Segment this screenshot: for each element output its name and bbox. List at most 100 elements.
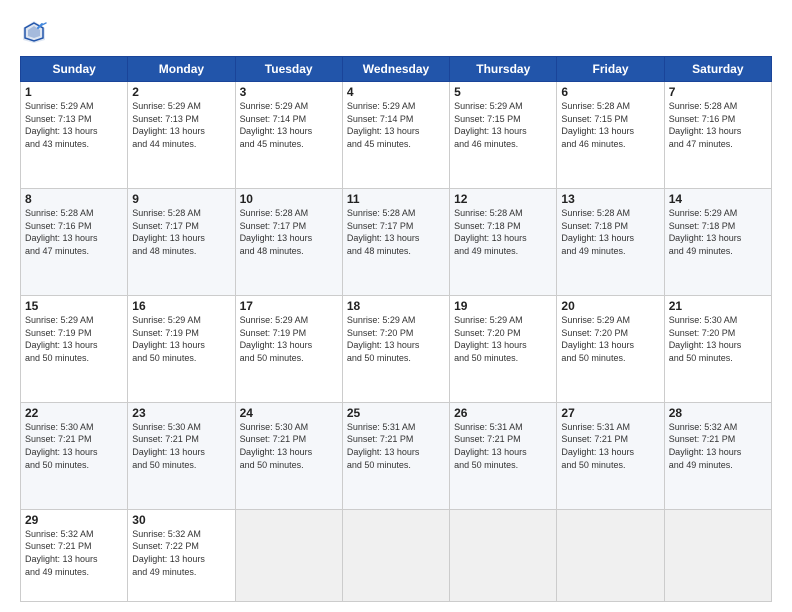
table-row: 21Sunrise: 5:30 AMSunset: 7:20 PMDayligh… [664,295,771,402]
cell-detail: Daylight: 13 hours [25,232,123,245]
cell-detail: and 46 minutes. [454,138,552,151]
cell-detail: and 49 minutes. [669,459,767,472]
cell-detail: Daylight: 13 hours [669,232,767,245]
day-number: 30 [132,513,230,527]
cell-detail: Sunset: 7:17 PM [240,220,338,233]
day-number: 25 [347,406,445,420]
cell-detail: Daylight: 13 hours [561,125,659,138]
cell-detail: Sunrise: 5:29 AM [132,100,230,113]
day-number: 9 [132,192,230,206]
calendar-row-5: 29Sunrise: 5:32 AMSunset: 7:21 PMDayligh… [21,509,772,601]
cell-detail: Daylight: 13 hours [240,446,338,459]
cell-detail: Sunrise: 5:29 AM [347,100,445,113]
cell-detail: and 50 minutes. [561,352,659,365]
cell-detail: Daylight: 13 hours [132,232,230,245]
cell-detail: Sunrise: 5:29 AM [25,100,123,113]
day-number: 10 [240,192,338,206]
calendar-row-4: 22Sunrise: 5:30 AMSunset: 7:21 PMDayligh… [21,402,772,509]
cell-detail: Sunset: 7:13 PM [25,113,123,126]
cell-detail: Sunrise: 5:28 AM [454,207,552,220]
cell-detail: Sunset: 7:16 PM [669,113,767,126]
table-row: 1Sunrise: 5:29 AMSunset: 7:13 PMDaylight… [21,82,128,189]
cell-detail: and 50 minutes. [132,352,230,365]
day-number: 17 [240,299,338,313]
cell-detail: Sunrise: 5:31 AM [561,421,659,434]
cell-detail: and 50 minutes. [347,352,445,365]
cell-detail: and 50 minutes. [454,352,552,365]
cell-detail: Daylight: 13 hours [454,339,552,352]
cell-detail: Sunset: 7:19 PM [240,327,338,340]
day-number: 23 [132,406,230,420]
day-number: 20 [561,299,659,313]
table-row: 13Sunrise: 5:28 AMSunset: 7:18 PMDayligh… [557,188,664,295]
day-number: 24 [240,406,338,420]
cell-detail: Sunrise: 5:28 AM [132,207,230,220]
header [20,18,772,46]
col-header-sunday: Sunday [21,57,128,82]
cell-detail: Sunset: 7:20 PM [454,327,552,340]
cell-detail: Sunrise: 5:29 AM [561,314,659,327]
col-header-saturday: Saturday [664,57,771,82]
table-row: 22Sunrise: 5:30 AMSunset: 7:21 PMDayligh… [21,402,128,509]
table-row: 20Sunrise: 5:29 AMSunset: 7:20 PMDayligh… [557,295,664,402]
cell-detail: Daylight: 13 hours [669,446,767,459]
table-row [235,509,342,601]
table-row [557,509,664,601]
table-row: 9Sunrise: 5:28 AMSunset: 7:17 PMDaylight… [128,188,235,295]
col-header-tuesday: Tuesday [235,57,342,82]
cell-detail: and 49 minutes. [25,566,123,579]
cell-detail: Sunset: 7:21 PM [240,433,338,446]
table-row [450,509,557,601]
cell-detail: Sunrise: 5:31 AM [347,421,445,434]
cell-detail: Daylight: 13 hours [454,232,552,245]
table-row: 29Sunrise: 5:32 AMSunset: 7:21 PMDayligh… [21,509,128,601]
table-row: 14Sunrise: 5:29 AMSunset: 7:18 PMDayligh… [664,188,771,295]
col-header-wednesday: Wednesday [342,57,449,82]
table-row: 17Sunrise: 5:29 AMSunset: 7:19 PMDayligh… [235,295,342,402]
calendar-row-1: 1Sunrise: 5:29 AMSunset: 7:13 PMDaylight… [21,82,772,189]
cell-detail: Sunrise: 5:30 AM [25,421,123,434]
cell-detail: and 50 minutes. [561,459,659,472]
day-number: 7 [669,85,767,99]
cell-detail: Daylight: 13 hours [669,339,767,352]
cell-detail: Daylight: 13 hours [454,125,552,138]
header-row: SundayMondayTuesdayWednesdayThursdayFrid… [21,57,772,82]
cell-detail: Sunrise: 5:29 AM [669,207,767,220]
cell-detail: Sunset: 7:21 PM [132,433,230,446]
page: SundayMondayTuesdayWednesdayThursdayFrid… [0,0,792,612]
cell-detail: and 50 minutes. [669,352,767,365]
cell-detail: Sunrise: 5:30 AM [132,421,230,434]
cell-detail: Sunset: 7:19 PM [25,327,123,340]
cell-detail: Sunset: 7:20 PM [347,327,445,340]
day-number: 14 [669,192,767,206]
table-row: 2Sunrise: 5:29 AMSunset: 7:13 PMDaylight… [128,82,235,189]
cell-detail: Sunrise: 5:28 AM [25,207,123,220]
cell-detail: and 50 minutes. [132,459,230,472]
cell-detail: Daylight: 13 hours [561,232,659,245]
calendar-row-3: 15Sunrise: 5:29 AMSunset: 7:19 PMDayligh… [21,295,772,402]
table-row: 12Sunrise: 5:28 AMSunset: 7:18 PMDayligh… [450,188,557,295]
cell-detail: Daylight: 13 hours [132,446,230,459]
cell-detail: and 46 minutes. [561,138,659,151]
cell-detail: and 48 minutes. [347,245,445,258]
cell-detail: Sunrise: 5:29 AM [240,100,338,113]
cell-detail: and 47 minutes. [669,138,767,151]
cell-detail: Daylight: 13 hours [25,125,123,138]
day-number: 2 [132,85,230,99]
cell-detail: and 44 minutes. [132,138,230,151]
cell-detail: Sunset: 7:21 PM [561,433,659,446]
cell-detail: Sunset: 7:18 PM [454,220,552,233]
table-row: 30Sunrise: 5:32 AMSunset: 7:22 PMDayligh… [128,509,235,601]
cell-detail: Sunset: 7:18 PM [669,220,767,233]
cell-detail: and 50 minutes. [454,459,552,472]
cell-detail: Sunset: 7:21 PM [454,433,552,446]
table-row: 6Sunrise: 5:28 AMSunset: 7:15 PMDaylight… [557,82,664,189]
table-row: 18Sunrise: 5:29 AMSunset: 7:20 PMDayligh… [342,295,449,402]
table-row [342,509,449,601]
cell-detail: Sunrise: 5:31 AM [454,421,552,434]
table-row: 5Sunrise: 5:29 AMSunset: 7:15 PMDaylight… [450,82,557,189]
cell-detail: Sunset: 7:14 PM [347,113,445,126]
cell-detail: Daylight: 13 hours [132,339,230,352]
logo [20,18,52,46]
cell-detail: Sunset: 7:21 PM [669,433,767,446]
